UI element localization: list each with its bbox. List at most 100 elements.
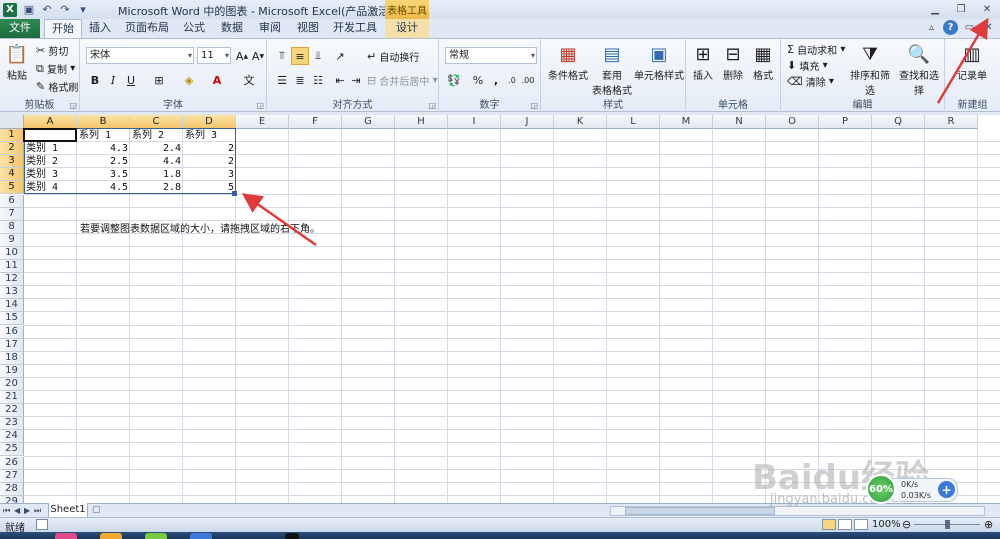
row-header-25[interactable]: 25 xyxy=(0,443,24,457)
row-header-3[interactable]: 3 xyxy=(0,155,24,169)
tab-insert[interactable]: 插入 xyxy=(84,19,116,38)
cell-d3[interactable]: 2 xyxy=(183,155,236,168)
row-header-1[interactable]: 1 xyxy=(0,129,24,142)
taskbar-app-5[interactable] xyxy=(285,533,299,539)
zoom-out-icon[interactable]: ⊖ xyxy=(902,518,911,531)
font-name-select[interactable]: 宋体 ▾ xyxy=(86,47,194,64)
column-header-c[interactable]: C xyxy=(130,115,183,129)
fill-button[interactable]: ⬇ 填充 ▾ xyxy=(787,58,828,73)
cell-b5[interactable]: 4.5 xyxy=(77,181,130,194)
column-header-h[interactable]: H xyxy=(395,115,448,129)
workbook-close-icon[interactable]: ✕ xyxy=(981,20,996,35)
window-restore-icon[interactable]: ▭ xyxy=(962,20,977,35)
row-header-16[interactable]: 16 xyxy=(0,325,24,339)
cell-d4[interactable]: 3 xyxy=(183,168,236,181)
conditional-formatting-button[interactable]: ▦ 条件格式 xyxy=(545,41,591,83)
column-header-a[interactable]: A xyxy=(24,115,77,129)
cell-d5[interactable]: 5 xyxy=(183,181,236,194)
column-header-f[interactable]: F xyxy=(289,115,342,129)
column-header-k[interactable]: K xyxy=(554,115,607,129)
row-header-23[interactable]: 23 xyxy=(0,417,24,431)
row-header-15[interactable]: 15 xyxy=(0,312,24,326)
format-as-table-button[interactable]: ▤ 套用 表格格式 xyxy=(589,41,635,98)
help-icon[interactable]: ? xyxy=(943,20,958,35)
find-select-button[interactable]: 🔍 查找和选择 xyxy=(895,41,943,98)
column-header-m[interactable]: M xyxy=(660,115,713,129)
underline-button[interactable]: U xyxy=(122,71,140,89)
align-bottom-icon[interactable]: ⫫ xyxy=(309,47,327,65)
customize-qat-icon[interactable]: ▾ xyxy=(75,2,91,17)
zoom-level[interactable]: 100% xyxy=(872,519,901,530)
column-header-o[interactable]: O xyxy=(766,115,819,129)
cell-c2[interactable]: 2.4 xyxy=(130,142,183,155)
row-header-22[interactable]: 22 xyxy=(0,404,24,418)
align-middle-icon[interactable]: ≡ xyxy=(291,47,309,65)
column-header-n[interactable]: N xyxy=(713,115,766,129)
tab-data[interactable]: 数据 xyxy=(216,19,248,38)
align-top-icon[interactable]: ⫪ xyxy=(273,47,291,65)
sort-filter-button[interactable]: ⧩ 排序和筛选 xyxy=(847,41,893,98)
number-launcher-icon[interactable]: ◲ xyxy=(530,101,538,110)
autosum-button[interactable]: Σ 自动求和 ▾ xyxy=(787,42,845,57)
cell-c1[interactable]: 系列 2 xyxy=(130,129,183,142)
decrease-decimal-icon[interactable]: .00 xyxy=(519,71,537,89)
sheet-tab-sheet1[interactable]: Sheet1 xyxy=(48,503,88,518)
cell-b4[interactable]: 3.5 xyxy=(77,168,130,181)
range-resize-handle[interactable] xyxy=(232,191,237,196)
cell-b2[interactable]: 4.3 xyxy=(77,142,130,155)
cell-b1[interactable]: 系列 1 xyxy=(77,129,130,142)
row-header-24[interactable]: 24 xyxy=(0,430,24,444)
row-header-28[interactable]: 28 xyxy=(0,482,24,496)
currency-icon[interactable]: 💱 xyxy=(445,71,463,89)
next-sheet-icon[interactable]: ▶ xyxy=(24,506,30,515)
excel-logo-icon[interactable]: X xyxy=(3,2,17,17)
paste-button[interactable]: 📋 粘贴 xyxy=(3,41,31,83)
number-format-select[interactable]: 常规 ▾ xyxy=(445,47,537,64)
tab-design[interactable]: 设计 xyxy=(385,19,429,38)
align-right-icon[interactable]: ☷ xyxy=(309,71,327,89)
percent-button[interactable]: % xyxy=(469,71,487,89)
row-header-8[interactable]: 8 xyxy=(0,220,24,234)
tab-review[interactable]: 审阅 xyxy=(254,19,286,38)
row-header-17[interactable]: 17 xyxy=(0,338,24,352)
last-sheet-icon[interactable]: ⏭ xyxy=(34,506,41,516)
cell-a4[interactable]: 类别 3 xyxy=(24,168,77,181)
worksheet-grid[interactable]: ABCDEFGHIJKLMNOPQR 1 2 3 4 5 6 7 8 9 10 11 12 13 14 15… xyxy=(0,115,1000,503)
increase-indent-icon[interactable]: ⇥ xyxy=(347,71,365,89)
row-header-19[interactable]: 19 xyxy=(0,364,24,378)
horizontal-scrollbar[interactable] xyxy=(610,506,985,516)
shrink-font-icon[interactable]: A ▼ xyxy=(249,47,267,65)
tab-view[interactable]: 视图 xyxy=(292,19,324,38)
align-left-icon[interactable]: ☰ xyxy=(273,71,291,89)
column-header-r[interactable]: R xyxy=(925,115,978,129)
zoom-slider-thumb[interactable] xyxy=(945,520,950,529)
taskbar-app-2[interactable] xyxy=(100,533,122,539)
fill-color-icon[interactable]: ◈ xyxy=(180,71,198,89)
column-header-i[interactable]: I xyxy=(448,115,501,129)
row-header-2[interactable]: 2 xyxy=(0,142,24,156)
orientation-icon[interactable]: ↗ xyxy=(331,47,349,65)
delete-cells-button[interactable]: ⊟ 删除 xyxy=(718,41,748,83)
close-icon[interactable]: ✕ xyxy=(974,0,1000,18)
alignment-launcher-icon[interactable]: ◲ xyxy=(428,101,436,110)
insert-sheet-icon[interactable]: ▢ xyxy=(92,505,106,517)
format-painter-button[interactable]: ✎ 格式刷 xyxy=(36,79,78,94)
cell-d1[interactable]: 系列 3 xyxy=(183,129,236,142)
wrap-text-button[interactable]: ↵ 自动换行 xyxy=(367,49,419,64)
font-launcher-icon[interactable]: ◲ xyxy=(256,101,264,110)
prev-sheet-icon[interactable]: ◀ xyxy=(14,506,20,515)
cell-c3[interactable]: 4.4 xyxy=(130,155,183,168)
cell-a3[interactable]: 类别 2 xyxy=(24,155,77,168)
tab-developer[interactable]: 开发工具 xyxy=(330,19,380,38)
row-header-20[interactable]: 20 xyxy=(0,377,24,391)
column-header-p[interactable]: P xyxy=(819,115,872,129)
tab-formulas[interactable]: 公式 xyxy=(178,19,210,38)
taskbar-app-3[interactable] xyxy=(145,533,167,539)
row-header-27[interactable]: 27 xyxy=(0,469,24,483)
column-header-g[interactable]: G xyxy=(342,115,395,129)
first-sheet-icon[interactable]: ⏮ xyxy=(3,506,10,516)
column-header-b[interactable]: B xyxy=(77,115,130,129)
zoom-in-icon[interactable]: ⊕ xyxy=(984,518,993,531)
format-cells-button[interactable]: ▦ 格式 xyxy=(748,41,778,83)
record-form-button[interactable]: ▥ 记录单 xyxy=(949,41,995,83)
